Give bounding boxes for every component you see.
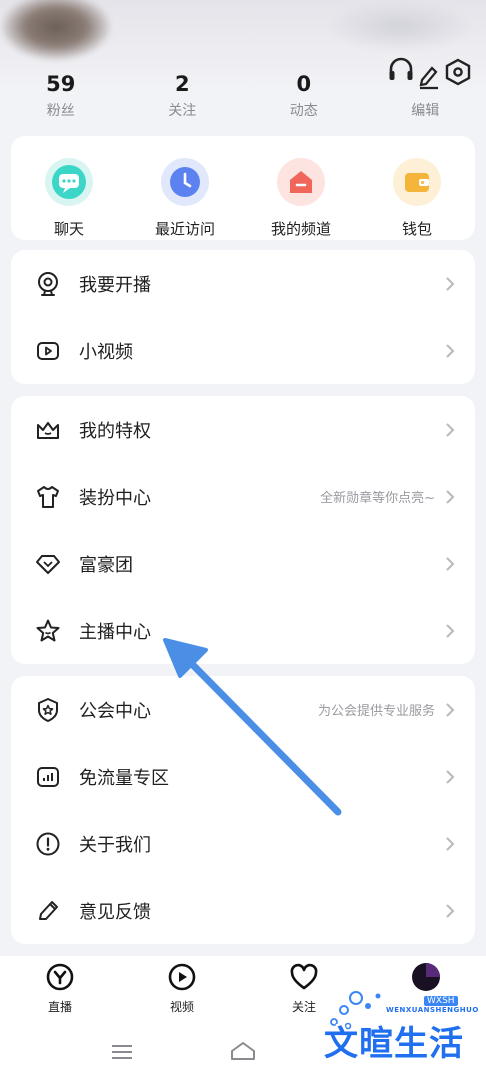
stat-following-label: 关注 (168, 103, 197, 119)
menu-item-host-center[interactable]: 主播中心 (11, 597, 475, 664)
stat-fans-value: 59 (46, 72, 76, 96)
menu-item-guild-center[interactable]: 公会中心 为公会提供专业服务 (11, 676, 475, 743)
menu-item-dress-up[interactable]: 装扮中心 全新勋章等你点亮~ (11, 463, 475, 530)
menu-item-label: 我要开播 (79, 274, 151, 296)
menu-item-label: 公会中心 (79, 700, 151, 722)
stat-following[interactable]: 2 关注 (122, 72, 244, 124)
menu-item-start-broadcast[interactable]: 我要开播 (11, 250, 475, 317)
info-exclamation-icon (35, 831, 61, 857)
stat-fans-label: 粉丝 (46, 103, 75, 119)
home-icon[interactable] (229, 1040, 257, 1062)
menu-item-label: 免流量专区 (79, 767, 169, 789)
menu-item-short-video[interactable]: 小视频 (11, 317, 475, 384)
nav-tab-video[interactable]: 视频 (142, 962, 222, 1015)
quick-action-wallet-label: 钱包 (401, 220, 432, 238)
chevron-right-icon (446, 276, 455, 291)
chevron-right-icon (446, 489, 455, 504)
edit-profile-label: 编辑 (411, 103, 440, 119)
menu-item-about-us[interactable]: 关于我们 (11, 810, 475, 877)
menu-item-feedback[interactable]: 意见反馈 (11, 877, 475, 944)
menu-item-free-data[interactable]: 免流量专区 (11, 743, 475, 810)
edit-profile-button[interactable]: 编辑 (365, 72, 486, 124)
chevron-right-icon (446, 556, 455, 571)
channel-house-icon (277, 158, 325, 206)
menu-item-subtitle: 为公会提供专业服务 (317, 704, 435, 719)
quick-action-channel[interactable]: 我的频道 (243, 136, 359, 240)
watermark-subtitle: WENXUANSHENGHUO (386, 1006, 479, 1014)
pencil-icon (35, 898, 61, 924)
profile-stats: 59 粉丝 2 关注 0 动态 编辑 (0, 72, 486, 124)
chevron-right-icon (446, 702, 455, 717)
menu-group-broadcast: 我要开播 小视频 (11, 250, 475, 384)
watermark-logo: WXSH WENXUANSHENGHUO 文暄生活 (318, 988, 479, 1070)
quick-action-channel-label: 我的频道 (270, 220, 331, 238)
diamond-icon (35, 551, 61, 577)
quick-action-chat[interactable]: 聊天 (11, 136, 127, 240)
nav-tab-label: 视频 (169, 1000, 194, 1014)
chevron-right-icon (446, 903, 455, 918)
live-y-icon (46, 963, 74, 991)
stat-following-value: 2 (174, 72, 190, 96)
tshirt-icon (35, 484, 61, 510)
play-video-icon (35, 338, 61, 364)
heart-icon (290, 963, 318, 990)
watermark-tag: WXSH (424, 996, 458, 1006)
quick-action-recent-label: 最近访问 (154, 220, 215, 238)
menu-item-label: 意见反馈 (79, 901, 151, 923)
chevron-right-icon (446, 422, 455, 437)
menu-item-label: 装扮中心 (79, 487, 151, 509)
chevron-right-icon (446, 836, 455, 851)
menu-item-label: 富豪团 (79, 554, 133, 576)
menu-group-features: 我的特权 装扮中心 全新勋章等你点亮~ 富豪团 主播中心 (11, 396, 475, 664)
menu-item-privileges[interactable]: 我的特权 (11, 396, 475, 463)
webcam-icon (35, 271, 61, 297)
wallet-icon (393, 158, 441, 206)
stat-posts-value: 0 (296, 72, 312, 96)
nav-tab-live[interactable]: 直播 (20, 962, 100, 1015)
quick-action-chat-label: 聊天 (53, 220, 84, 238)
signal-bars-icon (35, 764, 61, 790)
crown-icon (35, 417, 61, 443)
stat-posts[interactable]: 0 动态 (243, 72, 365, 124)
menu-item-label: 关于我们 (79, 834, 151, 856)
menu-item-label: 主播中心 (79, 621, 151, 643)
chat-bubble-icon (45, 158, 93, 206)
chevron-right-icon (446, 343, 455, 358)
video-play-icon (168, 963, 196, 991)
clock-icon (161, 158, 209, 206)
menu-item-label: 小视频 (79, 341, 133, 363)
menu-item-subtitle: 全新勋章等你点亮~ (320, 491, 435, 506)
menu-group-more: 公会中心 为公会提供专业服务 免流量专区 关于我们 意见反馈 (11, 676, 475, 944)
quick-action-recent[interactable]: 最近访问 (127, 136, 243, 240)
chevron-right-icon (446, 769, 455, 784)
menu-item-label: 我的特权 (79, 420, 151, 442)
shield-star-icon (35, 697, 61, 723)
chevron-right-icon (446, 623, 455, 638)
quick-actions-card: 聊天 最近访问 我的频道 钱包 (11, 136, 475, 240)
nav-tab-label: 直播 (47, 1000, 72, 1014)
stat-fans[interactable]: 59 粉丝 (0, 72, 122, 124)
edit-spacer (365, 72, 486, 96)
watermark-title: 文暄生活 (324, 1024, 464, 1064)
stat-posts-label: 动态 (289, 103, 318, 119)
menu-lines-icon[interactable] (110, 1042, 134, 1062)
star-icon (35, 618, 61, 644)
menu-item-rich-club[interactable]: 富豪团 (11, 530, 475, 597)
quick-action-wallet[interactable]: 钱包 (359, 136, 475, 240)
user-name-blurred (330, 2, 470, 50)
